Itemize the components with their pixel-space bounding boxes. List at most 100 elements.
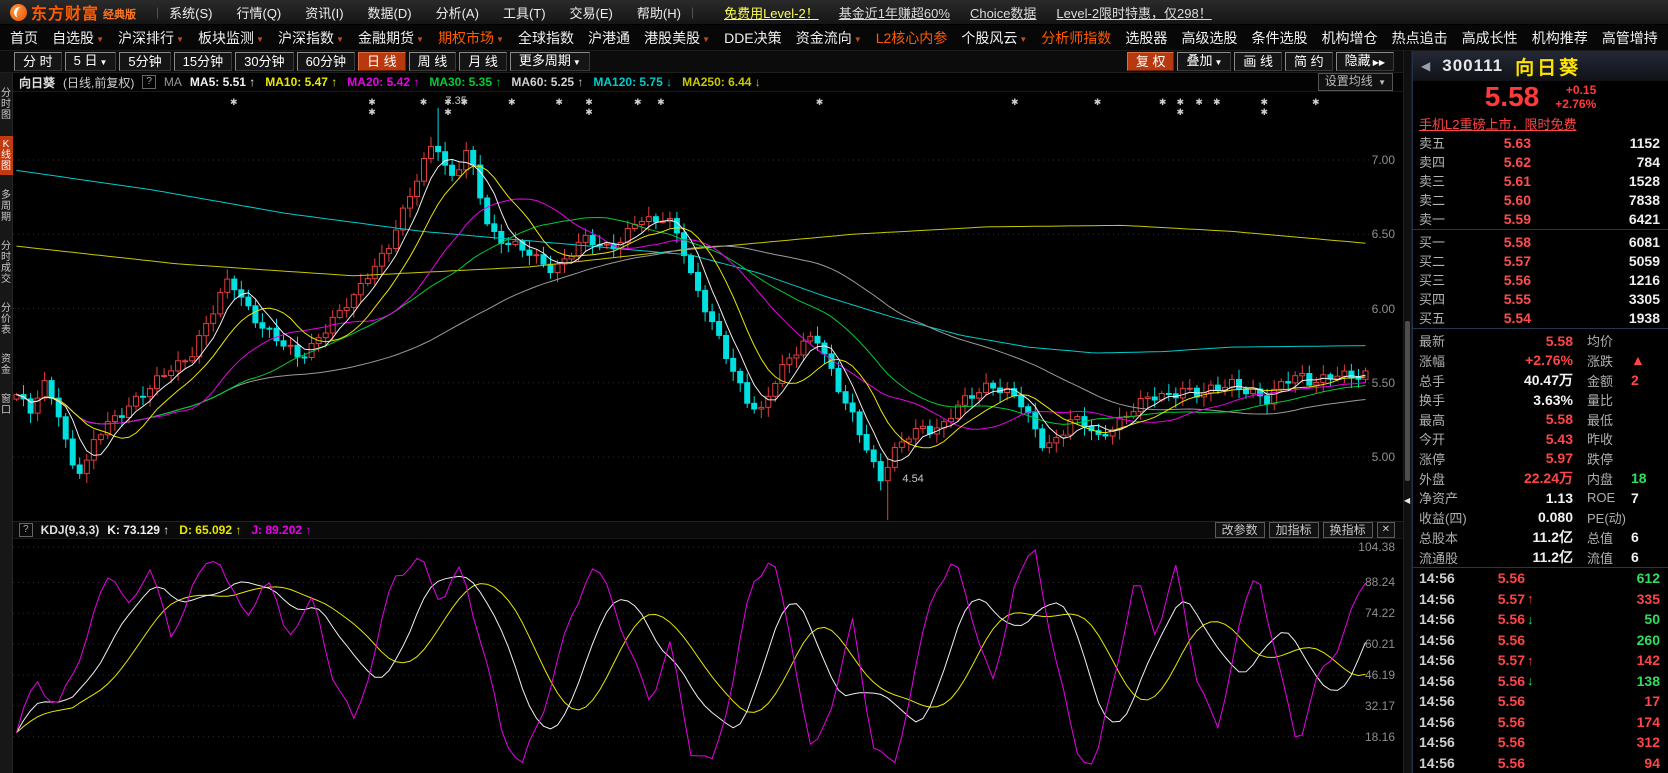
menu-item[interactable]: 行情(Q)	[236, 3, 281, 22]
event-marker-icon[interactable]: ✱	[1159, 97, 1167, 108]
nav-item[interactable]: 机构推荐	[1530, 28, 1590, 48]
menu-item[interactable]: 交易(E)	[570, 3, 613, 22]
nav-item[interactable]: 分析师指数	[1039, 28, 1113, 48]
menu-item[interactable]: 工具(T)	[503, 3, 546, 22]
event-marker-icon[interactable]: ✱	[1094, 97, 1102, 108]
tool-button[interactable]: 叠加▼	[1177, 52, 1231, 71]
menu-item[interactable]: 数据(D)	[368, 3, 412, 22]
indicator-button[interactable]: 换指标	[1323, 522, 1373, 538]
timeframe-button[interactable]: 5 日▼	[65, 52, 117, 71]
nav-item[interactable]: 沪港通	[586, 28, 632, 48]
tick-volume: 312	[1543, 734, 1662, 750]
tool-button[interactable]: 简 约	[1285, 52, 1333, 71]
side-tab[interactable]: 分 时 成 交	[0, 238, 13, 288]
nav-item[interactable]: 资金流向▼	[794, 28, 864, 48]
nav-item[interactable]: 热点追击	[1390, 28, 1450, 48]
ask-volume: 1152	[1531, 135, 1662, 151]
side-tab[interactable]: K 线 图	[0, 136, 13, 175]
panel-promo-link[interactable]: 手机L2重磅上市，限时免费	[1413, 113, 1668, 133]
tool-button[interactable]: 隐藏▶▶	[1336, 52, 1394, 71]
side-tab[interactable]: 窗 口	[0, 391, 13, 419]
timeframe-button[interactable]: 60分钟	[297, 52, 355, 71]
timeframe-button[interactable]: 周 线	[409, 52, 457, 71]
nav-item[interactable]: 沪深指数▼	[276, 28, 346, 48]
event-marker-icon[interactable]: ✱	[1312, 97, 1320, 108]
menu-item[interactable]: 帮助(H)	[637, 3, 681, 22]
tick-volume: 612	[1543, 570, 1662, 586]
nav-item[interactable]: 期权市场▼	[436, 28, 506, 48]
help-icon[interactable]: ?	[142, 75, 156, 89]
event-marker-icon[interactable]: ✱	[508, 97, 516, 108]
nav-item[interactable]: 全球指数	[516, 28, 576, 48]
ask-price: 5.62	[1465, 154, 1531, 170]
nav-item[interactable]: 金融期货▼	[356, 28, 426, 48]
event-marker-icon[interactable]: ✱	[1213, 97, 1221, 108]
vertical-scrollbar[interactable]: ◀	[1403, 51, 1412, 773]
nav-item[interactable]: 板块监测▼	[196, 28, 266, 48]
panel-collapse-handle[interactable]: ◀	[1404, 497, 1410, 505]
event-marker-icon[interactable]: ✱	[585, 107, 593, 118]
indicator-button[interactable]: 加指标	[1269, 522, 1319, 538]
side-tab[interactable]: 分 时 图	[0, 85, 13, 124]
side-tab[interactable]: 资 金	[0, 351, 13, 379]
scrollbar-thumb[interactable]	[1405, 321, 1410, 481]
tool-button[interactable]: 复 权	[1127, 52, 1175, 71]
candle-chart[interactable]: 7.006.506.005.505.00✱✱✱✱✱✱✱✱✱✱✱✱✱✱✱✱✱✱✱✱…	[13, 92, 1403, 521]
timeframe-button[interactable]: 日 线	[358, 52, 406, 71]
side-tab[interactable]: 多 周 期	[0, 187, 13, 226]
nav-item[interactable]: 高成长性	[1460, 28, 1520, 48]
nav-item[interactable]: 机构增仓	[1320, 28, 1380, 48]
timeframe-button[interactable]: 15分钟	[174, 52, 232, 71]
nav-item[interactable]: 条件选股	[1250, 28, 1310, 48]
kdj-chart[interactable]: 104.3888.2474.2260.2146.1932.1718.16	[13, 539, 1403, 773]
ma-value: MA60: 5.25 ↑	[511, 75, 583, 89]
time-sales-list[interactable]: 14:565.5661214:565.57↑33514:565.56↓5014:…	[1413, 567, 1668, 773]
event-marker-icon[interactable]: ✱	[444, 107, 452, 118]
menu-item[interactable]: 资讯(I)	[305, 3, 343, 22]
event-marker-icon[interactable]: ✱	[1261, 107, 1269, 118]
promo-link[interactable]: 基金近1年赚超60%	[839, 3, 950, 22]
timeframe-button[interactable]: 月 线	[459, 52, 507, 71]
event-marker-icon[interactable]: ✱	[420, 97, 428, 108]
event-marker-icon[interactable]: ✱	[657, 97, 665, 108]
nav-item[interactable]: 个股风云▼	[959, 28, 1029, 48]
ma-settings-button[interactable]: 设置均线 ▼	[1318, 73, 1393, 91]
nav-item[interactable]: 首页	[8, 28, 40, 48]
event-marker-icon[interactable]: ✱	[368, 107, 376, 118]
menu-item[interactable]: 分析(A)	[436, 3, 479, 22]
indicator-button[interactable]: 改参数	[1215, 522, 1265, 538]
timeframe-button[interactable]: 5分钟	[119, 52, 170, 71]
app-edition: 经典版	[103, 6, 136, 22]
tool-button[interactable]: 画 线	[1234, 52, 1282, 71]
timeframe-button[interactable]: 分 时	[14, 52, 62, 71]
timeframe-button[interactable]: 30分钟	[235, 52, 293, 71]
promo-link[interactable]: 免费用Level-2！	[724, 3, 819, 22]
event-marker-icon[interactable]: ✱	[1176, 107, 1184, 118]
close-icon[interactable]: ✕	[1377, 522, 1395, 538]
nav-item[interactable]: 沪深排行▼	[116, 28, 186, 48]
nav-item[interactable]: L2核心内参	[874, 28, 950, 48]
tick-volume: 17	[1543, 693, 1662, 709]
timeframe-button[interactable]: 更多周期▼	[510, 52, 590, 71]
side-tab[interactable]: 分 价 表	[0, 300, 13, 339]
event-marker-icon[interactable]: ✱	[634, 97, 642, 108]
menu-item[interactable]: 系统(S)	[169, 3, 212, 22]
event-marker-icon[interactable]: ✱	[555, 97, 563, 108]
stat-label: ROE	[1573, 490, 1631, 505]
nav-item[interactable]: 高管增持	[1600, 28, 1660, 48]
promo-link[interactable]: Choice数据	[970, 3, 1036, 22]
promo-link[interactable]: Level-2限时特惠，仅298！	[1056, 3, 1211, 22]
event-marker-icon[interactable]: ✱	[816, 97, 824, 108]
tick-volume: 174	[1543, 714, 1662, 730]
nav-item[interactable]: 高级选股	[1179, 28, 1239, 48]
nav-item[interactable]: 港股美股▼	[642, 28, 712, 48]
event-marker-icon[interactable]: ✱	[230, 97, 238, 108]
nav-item[interactable]: 选股器	[1123, 28, 1169, 48]
collapse-arrow-icon[interactable]: ◀	[1421, 59, 1430, 73]
event-marker-icon[interactable]: ✱	[1011, 97, 1019, 108]
ma-value: MA250: 6.44 ↓	[682, 75, 761, 89]
nav-item[interactable]: 自选股▼	[50, 28, 106, 48]
help-icon[interactable]: ?	[19, 523, 33, 537]
event-marker-icon[interactable]: ✱	[1195, 97, 1203, 108]
nav-item[interactable]: DDE决策	[722, 28, 784, 48]
